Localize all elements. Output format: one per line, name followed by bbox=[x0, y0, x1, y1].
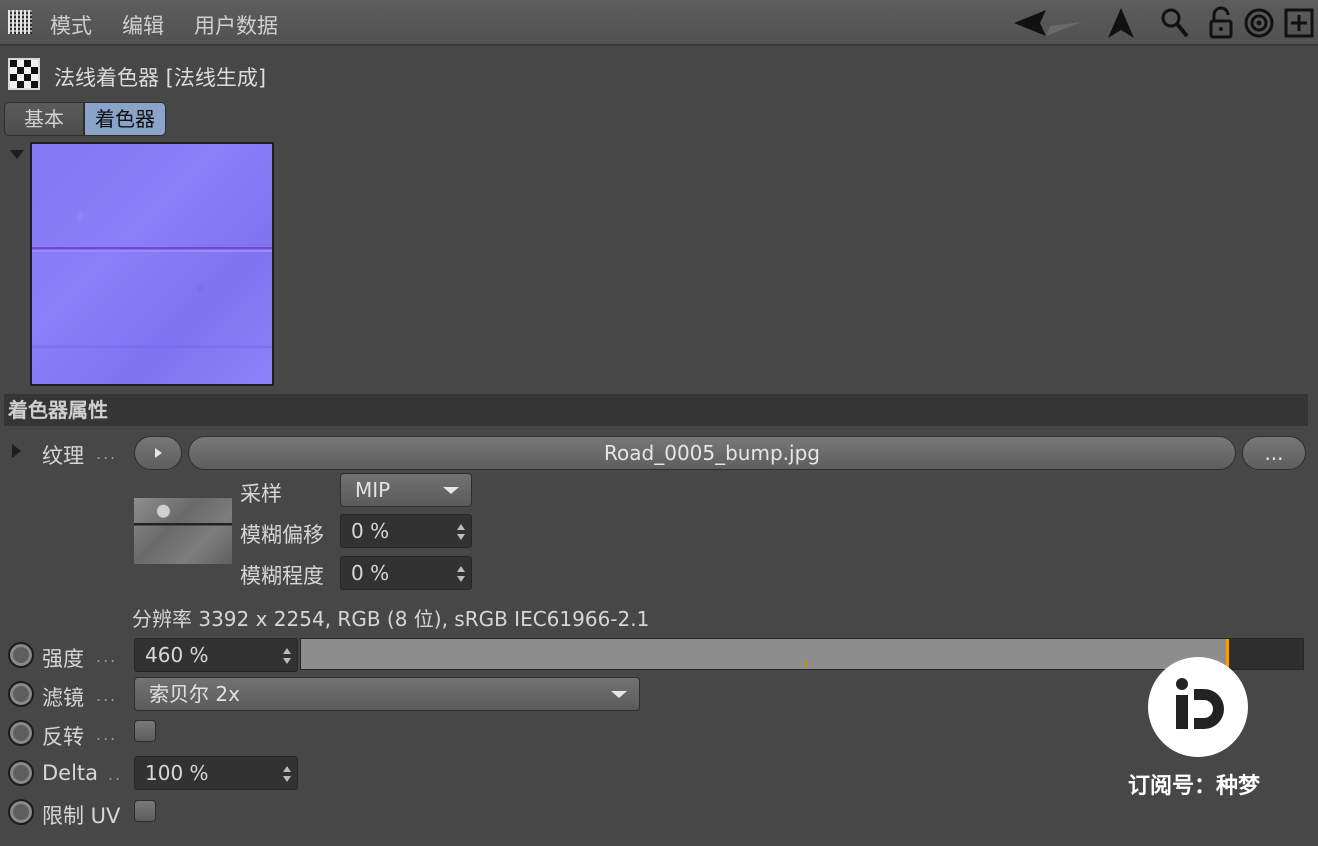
texture-label: 纹理 bbox=[42, 444, 84, 468]
strength-value: 460 % bbox=[145, 643, 209, 667]
menu-bar: 模式 编辑 用户数据 bbox=[0, 0, 1318, 46]
invert-label: 反转 bbox=[42, 725, 84, 749]
target-icon[interactable] bbox=[1242, 6, 1276, 40]
delta-animate-toggle[interactable] bbox=[8, 760, 34, 786]
checker-shader-icon bbox=[8, 58, 40, 90]
texture-file-button[interactable]: Road_0005_bump.jpg bbox=[188, 436, 1236, 470]
blur-offset-field[interactable]: 0 % bbox=[340, 514, 472, 548]
delta-value: 100 % bbox=[145, 761, 209, 785]
filter-animate-toggle[interactable] bbox=[8, 681, 34, 707]
menu-mode[interactable]: 模式 bbox=[50, 10, 92, 40]
up-arrow-icon[interactable] bbox=[1104, 6, 1138, 40]
delta-field[interactable]: 100 % bbox=[134, 756, 298, 790]
chevron-down-icon bbox=[611, 691, 627, 698]
blur-amount-field[interactable]: 0 % bbox=[340, 556, 472, 590]
sampling-select[interactable]: MIP bbox=[340, 473, 472, 507]
blur-offset-value: 0 % bbox=[351, 519, 390, 543]
texture-play-button[interactable] bbox=[134, 436, 182, 470]
search-icon[interactable] bbox=[1158, 6, 1192, 40]
play-icon bbox=[155, 448, 162, 458]
filter-select[interactable]: 索贝尔 2x bbox=[134, 677, 640, 711]
clamp-uv-animate-toggle[interactable] bbox=[8, 799, 34, 825]
filter-label: 滤镜 bbox=[42, 686, 84, 710]
stepper-icon[interactable] bbox=[283, 648, 291, 664]
normal-map-preview bbox=[30, 142, 274, 386]
blur-offset-label: 模糊偏移 bbox=[240, 523, 324, 547]
slider-fill bbox=[301, 639, 1226, 669]
stepper-icon[interactable] bbox=[457, 566, 465, 582]
texture-thumbnail bbox=[134, 498, 232, 564]
tab-basic[interactable]: 基本 bbox=[4, 102, 84, 136]
invert-checkbox[interactable] bbox=[134, 720, 156, 742]
stepper-icon[interactable] bbox=[457, 524, 465, 540]
blur-amount-value: 0 % bbox=[351, 561, 390, 585]
expand-texture-icon[interactable] bbox=[12, 444, 21, 458]
unlock-icon[interactable] bbox=[1206, 6, 1240, 40]
page-title: 法线着色器 [法线生成] bbox=[54, 66, 267, 90]
menu-edit[interactable]: 编辑 bbox=[122, 10, 164, 40]
resolution-info: 分辨率 3392 x 2254, RGB (8 位), sRGB IEC6196… bbox=[132, 607, 650, 631]
filter-value: 索贝尔 2x bbox=[149, 682, 240, 706]
back-arrow-icon[interactable] bbox=[1010, 6, 1086, 40]
clamp-uv-label: 限制 UV bbox=[42, 804, 121, 828]
new-window-icon[interactable] bbox=[1282, 6, 1316, 40]
strength-field[interactable]: 460 % bbox=[134, 638, 298, 672]
label-dots: ... bbox=[96, 686, 118, 705]
label-dots: .. bbox=[108, 765, 123, 784]
browse-button[interactable]: ... bbox=[1242, 436, 1306, 470]
delta-label: Delta bbox=[42, 761, 99, 785]
menu-user-data[interactable]: 用户数据 bbox=[194, 10, 278, 40]
chevron-down-icon bbox=[443, 487, 459, 494]
watermark-logo bbox=[1148, 657, 1248, 757]
invert-animate-toggle[interactable] bbox=[8, 720, 34, 746]
label-dots: ... bbox=[96, 647, 118, 666]
grid-menu-icon[interactable] bbox=[8, 10, 32, 34]
sampling-label: 采样 bbox=[240, 482, 282, 506]
section-header: 着色器属性 bbox=[4, 394, 1308, 426]
strength-label: 强度 bbox=[42, 647, 84, 671]
label-dots: ... bbox=[96, 444, 118, 463]
slider-tick bbox=[805, 661, 807, 667]
watermark-text: 订阅号：种梦 bbox=[1128, 774, 1261, 799]
strength-animate-toggle[interactable] bbox=[8, 642, 34, 668]
label-dots: ... bbox=[96, 725, 118, 744]
stepper-icon[interactable] bbox=[283, 766, 291, 782]
collapse-preview-icon[interactable] bbox=[10, 150, 24, 159]
logo-mark-icon bbox=[1176, 678, 1224, 729]
tab-shader[interactable]: 着色器 bbox=[84, 102, 166, 136]
sampling-value: MIP bbox=[355, 478, 391, 502]
blur-amount-label: 模糊程度 bbox=[240, 564, 324, 588]
clamp-uv-checkbox[interactable] bbox=[134, 800, 156, 822]
